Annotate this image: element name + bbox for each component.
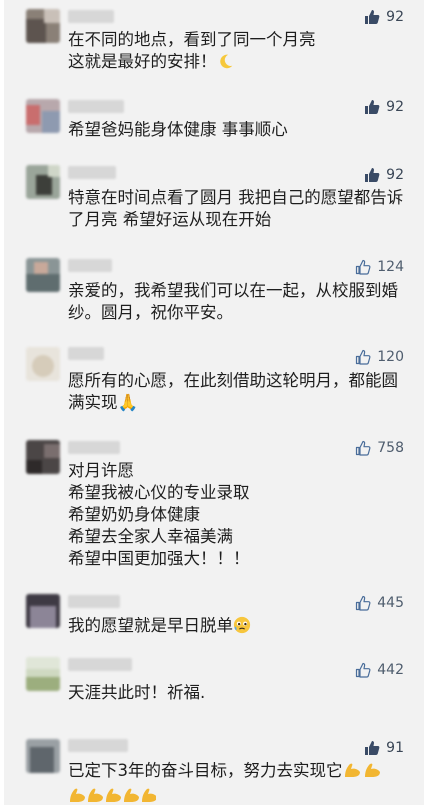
like-count: 445: [377, 595, 404, 611]
like-button[interactable]: 120: [355, 349, 404, 365]
comment-text: 天涯共此时！祈福.: [68, 683, 206, 702]
comment-text: 在不同的地点，看到了同一个月亮 这就是最好的安排！: [68, 29, 408, 76]
avatar[interactable]: [26, 165, 60, 199]
comment-text: 希望爸妈能身体健康 事事顺心: [68, 120, 288, 139]
like-button[interactable]: 445: [355, 595, 404, 611]
comment-text: 已定下3年的奋斗目标，努力去实现它: [68, 760, 408, 810]
like-count: 124: [377, 259, 404, 275]
comment-text: 对月许愿 希望我被心仪的专业录取 希望奶奶身体健康 希望去全家人幸福美满 希望中…: [68, 461, 250, 568]
user-name[interactable]: [68, 441, 120, 454]
like-count: 92: [386, 167, 404, 183]
flexed-biceps-emoji: [343, 761, 383, 785]
like-count: 92: [386, 9, 404, 25]
comment-text: 特意在时间点看了圆月 我把自己的愿望都告诉 了月亮 希望好运从现在开始: [68, 188, 404, 229]
user-name[interactable]: [68, 739, 128, 752]
thumbs-up-icon: [356, 440, 371, 456]
thumbs-up-icon: [365, 168, 380, 182]
user-name[interactable]: [68, 347, 104, 360]
user-name[interactable]: [68, 10, 114, 23]
user-name[interactable]: [68, 100, 124, 113]
avatar[interactable]: [26, 99, 60, 133]
thumbs-up-icon: [356, 662, 371, 678]
pleading-emoji: [233, 616, 251, 640]
thumbs-up-icon: [356, 349, 371, 365]
avatar[interactable]: [26, 258, 60, 292]
like-button[interactable]: 758: [355, 440, 404, 456]
avatar[interactable]: [26, 9, 60, 43]
thumbs-up-icon: [365, 100, 380, 114]
flexed-biceps-emoji: [68, 786, 157, 810]
like-button[interactable]: 442: [355, 662, 404, 678]
thumbs-up-icon: [365, 741, 380, 755]
like-button[interactable]: 124: [355, 259, 404, 275]
comments-panel: 92 在不同的地点，看到了同一个月亮 这就是最好的安排！ 92 希望爸妈能身体健…: [4, 0, 424, 805]
like-button[interactable]: 92: [364, 99, 404, 115]
avatar[interactable]: [26, 739, 60, 773]
user-name[interactable]: [68, 595, 120, 608]
like-count: 758: [377, 440, 404, 456]
avatar[interactable]: [26, 657, 60, 691]
like-count: 92: [386, 99, 404, 115]
user-name[interactable]: [68, 658, 132, 671]
like-button[interactable]: 92: [364, 9, 404, 25]
user-name[interactable]: [68, 166, 116, 179]
comment-text: 我的愿望就是早日脱单: [68, 615, 408, 640]
thumbs-up-icon: [356, 595, 371, 611]
like-count: 120: [377, 349, 404, 365]
comment-text: 亲爱的，我希望我们可以在一起，从校服到婚 纱。圆月，祝你平安。: [68, 281, 398, 322]
user-name[interactable]: [68, 259, 112, 272]
like-count: 442: [377, 662, 404, 678]
like-button[interactable]: 91: [364, 740, 404, 756]
avatar[interactable]: [26, 440, 60, 474]
like-button[interactable]: 92: [364, 167, 404, 183]
thumbs-up-icon: [356, 259, 371, 275]
comment-text: 愿所有的心愿，在此刻借助这轮明月，都能圆 满实现🙏: [68, 371, 398, 412]
like-count: 91: [386, 740, 404, 756]
thumbs-up-icon: [365, 10, 380, 24]
avatar[interactable]: [26, 347, 60, 381]
moon-emoji: [217, 53, 234, 76]
avatar[interactable]: [26, 594, 60, 628]
